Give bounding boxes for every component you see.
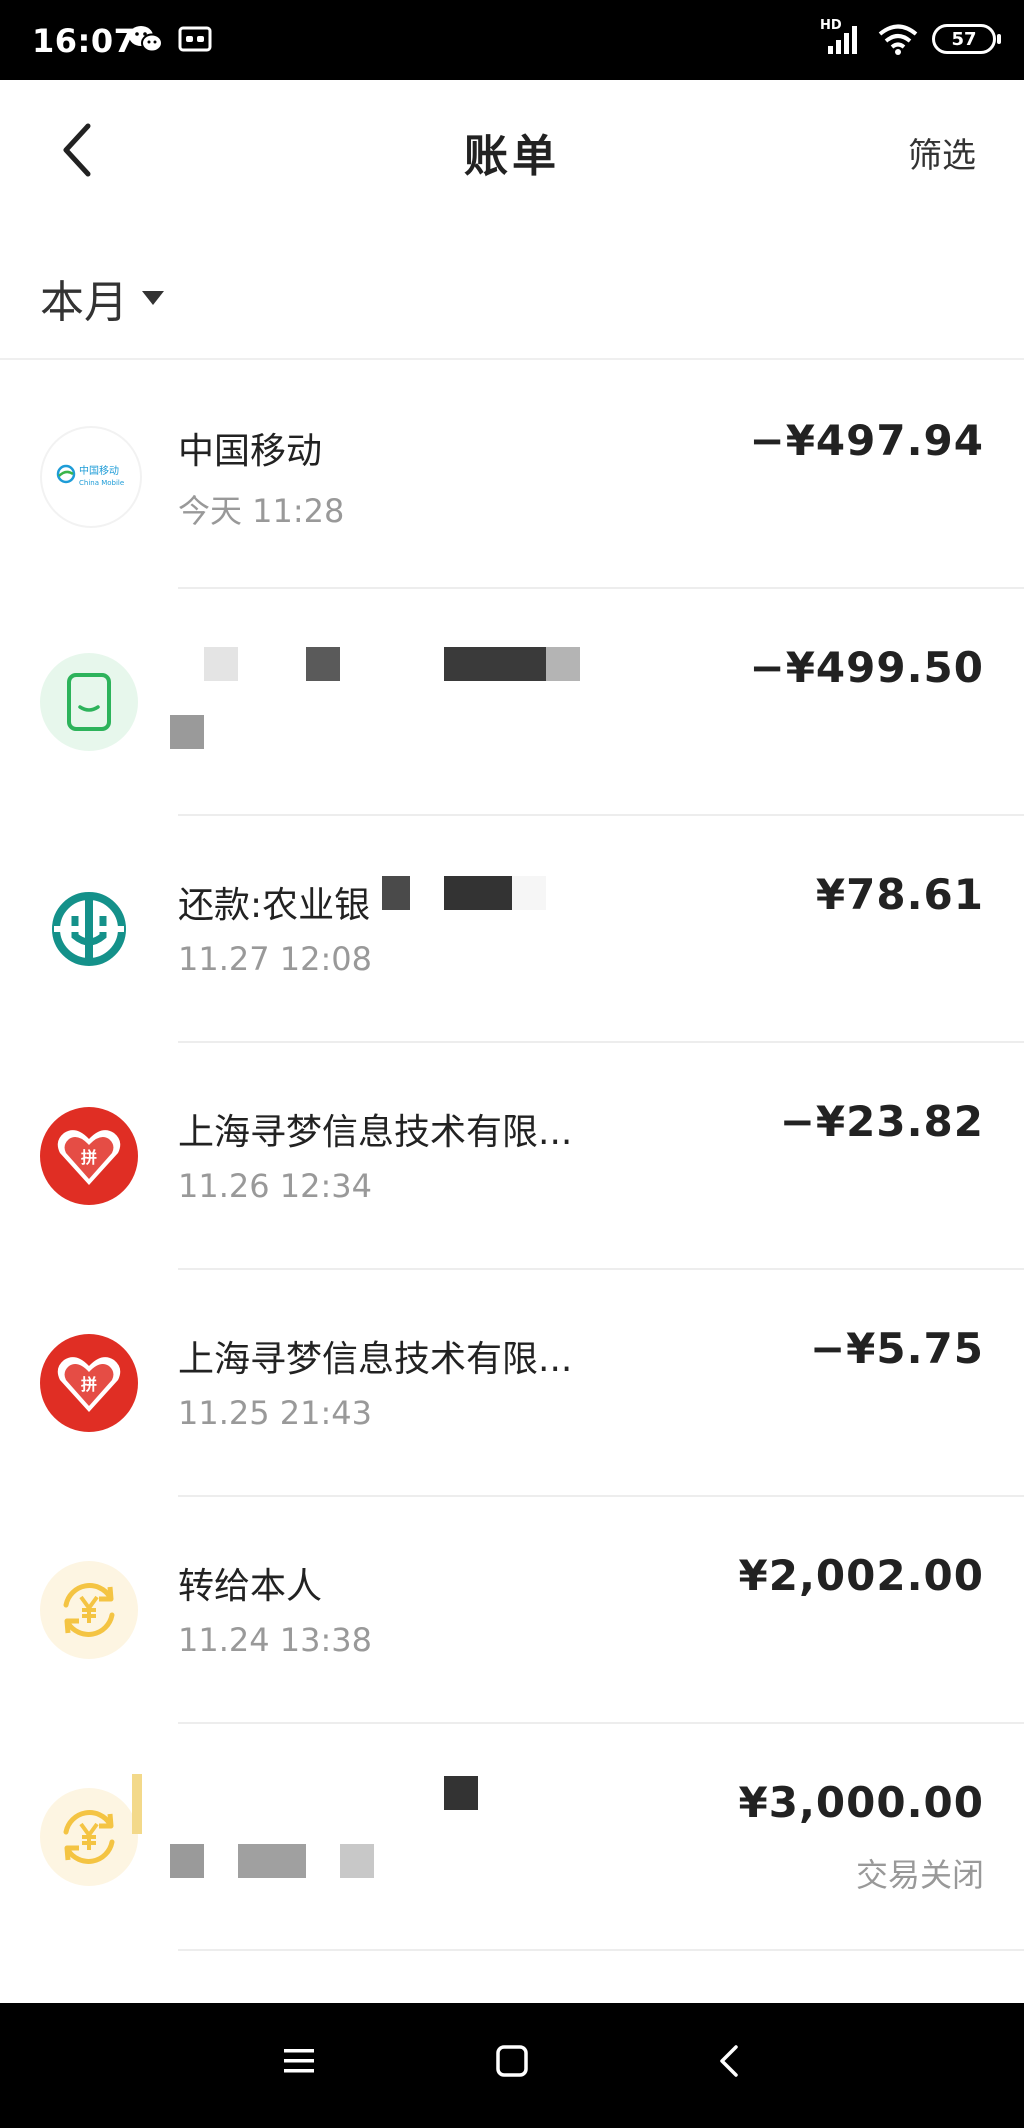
- redacted-block: [170, 715, 204, 749]
- redacted-block: [170, 1844, 204, 1878]
- transaction-amount: −¥497.94: [749, 416, 984, 465]
- menu-button[interactable]: [282, 2043, 318, 2079]
- redacted-block: [238, 1844, 306, 1878]
- transaction-row[interactable]: −¥499.50: [0, 589, 1024, 816]
- status-right-icons: HD 57: [820, 18, 1001, 56]
- transaction-row[interactable]: ¥3,000.00 交易关闭: [0, 1724, 1024, 1951]
- page-title: 账单: [464, 131, 560, 182]
- redacted-block: [204, 647, 238, 681]
- redacted-block: [382, 876, 410, 910]
- transaction-title: 上海寻梦信息技术有限...: [178, 1339, 573, 1380]
- wifi-icon: [878, 24, 918, 55]
- status-notification-icons: [128, 24, 212, 54]
- top-bar: 账单 筛选: [0, 80, 1024, 220]
- filter-button[interactable]: 筛选: [908, 128, 976, 177]
- redacted-block: [340, 1844, 374, 1878]
- divider: [0, 358, 1024, 360]
- transaction-amount: −¥499.50: [749, 643, 984, 692]
- redacted-block: [444, 1776, 478, 1810]
- agricultural-bank-icon: [40, 880, 138, 978]
- pinduoduo-logo-text: 拼: [81, 1148, 97, 1167]
- transaction-time: 今天 11:28: [178, 492, 345, 530]
- transaction-status: 交易关闭: [855, 1856, 984, 1894]
- transaction-amount: ¥3,000.00: [738, 1778, 984, 1827]
- transaction-amount: −¥5.75: [809, 1324, 984, 1373]
- transaction-title: 转给本人: [178, 1566, 323, 1607]
- vr-glasses-icon: [178, 26, 212, 52]
- transfer-yuan-icon: [40, 1788, 138, 1886]
- transaction-time: 11.27 12:08: [178, 940, 372, 978]
- transaction-time: 11.26 12:34: [178, 1167, 372, 1205]
- transaction-list: 中国移动 China Mobile 中国移动 今天 11:28 −¥497.94…: [0, 362, 1024, 1951]
- pinduoduo-logo-text: 拼: [81, 1375, 97, 1394]
- phone-icon: [40, 653, 138, 751]
- redacted-block: [306, 647, 340, 681]
- transaction-row[interactable]: 拼 上海寻梦信息技术有限... 11.26 12:34 −¥23.82: [0, 1043, 1024, 1270]
- battery-icon: 57: [932, 24, 1001, 54]
- transaction-title: 还款:农业银: [178, 885, 371, 926]
- redacted-block: [444, 876, 512, 910]
- signal-icon: HD: [820, 18, 864, 56]
- transfer-yuan-icon: [40, 1561, 138, 1659]
- transaction-time: 11.25 21:43: [178, 1394, 372, 1432]
- transaction-row[interactable]: 拼 上海寻梦信息技术有限... 11.25 21:43 −¥5.75: [0, 1270, 1024, 1497]
- transaction-row[interactable]: 还款:农业银 11.27 12:08 ¥78.61: [0, 816, 1024, 1043]
- redacted-block: [132, 1774, 142, 1834]
- transaction-title: 上海寻梦信息技术有限...: [178, 1112, 573, 1153]
- wechat-icon: [129, 26, 163, 53]
- redacted-block: [444, 647, 546, 681]
- caret-down-icon: [142, 291, 164, 305]
- home-button[interactable]: [494, 2043, 530, 2079]
- month-label: 本月: [40, 277, 128, 328]
- system-navigation-bar: [0, 2003, 1024, 2128]
- transaction-amount: ¥2,002.00: [738, 1551, 984, 1600]
- status-bar: 16:07 HD 57: [0, 0, 1024, 80]
- system-back-button[interactable]: [712, 2043, 748, 2079]
- battery-level: 57: [951, 28, 977, 50]
- transaction-time: 11.24 13:38: [178, 1621, 372, 1659]
- month-dropdown[interactable]: 本月: [40, 266, 164, 330]
- redacted-block: [512, 876, 546, 910]
- china-mobile-logo-subtext: China Mobile: [79, 479, 124, 487]
- transaction-amount: ¥78.61: [815, 870, 984, 919]
- transaction-row[interactable]: 中国移动 China Mobile 中国移动 今天 11:28 −¥497.94: [0, 362, 1024, 589]
- transaction-title: 中国移动: [178, 431, 323, 472]
- china-mobile-logo-text: 中国移动: [79, 464, 119, 477]
- menu-icon: [284, 2049, 314, 2073]
- pinduoduo-icon: 拼: [40, 1334, 138, 1432]
- month-filter-bar: 本月: [0, 230, 1024, 360]
- china-mobile-icon: 中国移动 China Mobile: [40, 426, 142, 528]
- transaction-row[interactable]: 转给本人 11.24 13:38 ¥2,002.00: [0, 1497, 1024, 1724]
- divider: [178, 1949, 1024, 1951]
- status-time: 16:07: [32, 22, 137, 60]
- redacted-block: [546, 647, 580, 681]
- pinduoduo-icon: 拼: [40, 1107, 138, 1205]
- chevron-left-icon: [720, 2045, 738, 2077]
- transaction-amount: −¥23.82: [779, 1097, 984, 1146]
- home-icon: [496, 2045, 528, 2077]
